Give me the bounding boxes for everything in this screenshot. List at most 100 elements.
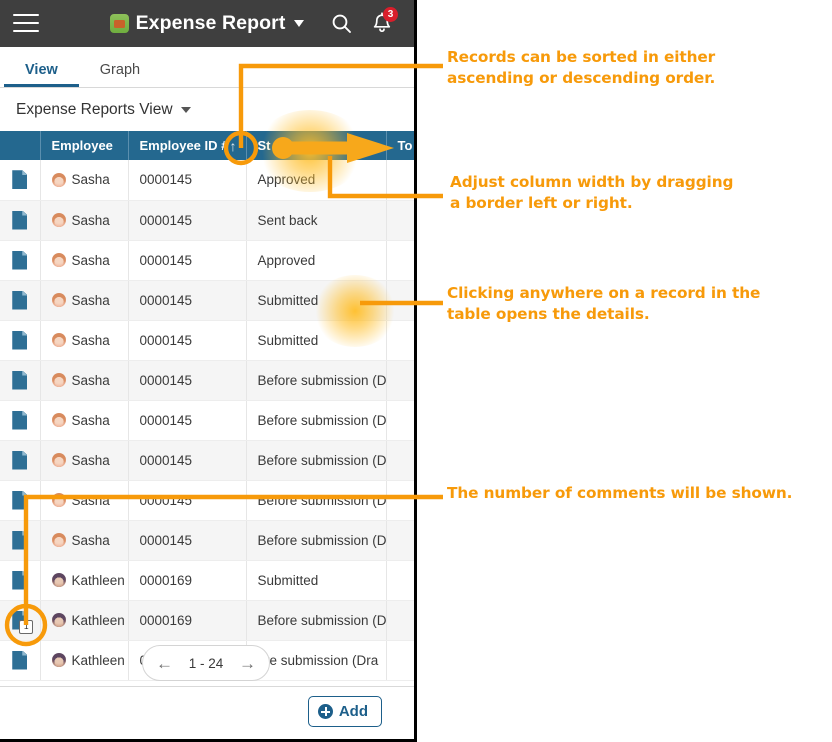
table-row[interactable]: Sasha 0000145 Before submission (Dra (0, 360, 414, 401)
pagination-range: 1 - 24 (188, 655, 224, 671)
chevron-down-icon (180, 106, 191, 113)
row-document-icon[interactable]: 1 (0, 600, 41, 641)
column-header-total[interactable]: To (386, 131, 414, 160)
cell-employee: Sasha (40, 360, 129, 401)
column-header-employee-id[interactable]: Employee ID # ↑ (128, 131, 247, 160)
pagination: ← 1 - 24 → (142, 645, 270, 681)
page-title: Expense Report (135, 12, 286, 34)
chevron-down-icon[interactable] (294, 20, 305, 27)
cell-employee-id: 0000169 (128, 600, 247, 641)
tab-view[interactable]: View (4, 62, 79, 87)
avatar (51, 172, 66, 187)
table-row[interactable]: Sasha 0000145 Approved (0, 240, 414, 281)
notifications-button[interactable]: 3 (370, 7, 398, 36)
document-icon (12, 170, 28, 190)
document-icon (12, 450, 28, 470)
document-icon (12, 250, 28, 270)
row-document-icon[interactable] (0, 160, 41, 201)
arrow-right-icon[interactable]: → (239, 655, 256, 672)
row-document-icon[interactable] (0, 280, 41, 321)
avatar (51, 413, 66, 427)
row-document-icon[interactable] (0, 480, 41, 521)
cell-status: Approved (246, 240, 387, 281)
row-document-icon[interactable] (0, 400, 41, 441)
cell-employee: Sasha (40, 400, 129, 441)
employee-name: Sasha (71, 452, 110, 468)
employee-name: Sasha (71, 492, 110, 508)
document-icon (12, 370, 28, 390)
document-icon (12, 410, 28, 430)
avatar (51, 453, 66, 467)
document-icon (12, 650, 28, 670)
avatar (51, 293, 66, 307)
arrow-left-icon[interactable]: ← (156, 655, 173, 672)
add-button[interactable]: Add (307, 696, 382, 727)
cell-employee: Kathleen (40, 640, 129, 681)
annotation-column-width: Adjust column width by dragging a border… (450, 173, 734, 212)
table-row[interactable]: Sasha 0000145 Before submission (Dra (0, 440, 414, 481)
table-row[interactable]: Sasha 0000145 Approved (0, 160, 414, 201)
row-document-icon[interactable] (0, 560, 41, 601)
cell-total (386, 520, 414, 561)
cell-status: Before submission (Dra (246, 360, 387, 401)
view-selector[interactable]: Expense Reports View (0, 88, 414, 131)
table-body: Sasha 0000145 Approved Sasha 0000145 Sent bac… (0, 160, 414, 681)
cell-total (386, 240, 414, 281)
cell-status: Sent back (246, 200, 387, 241)
cell-total (386, 560, 414, 601)
column-header-doc[interactable] (0, 131, 41, 160)
cell-status: Submitted (246, 320, 387, 361)
row-document-icon[interactable] (0, 520, 41, 561)
table-row[interactable]: Kathleen 0000169 Submitted (0, 560, 414, 601)
table-row[interactable]: Sasha 0000145 Before submission (Dra (0, 520, 414, 561)
footer-bar: Add (0, 686, 414, 739)
table-row[interactable]: Sasha 0000145 Before submission (Dra (0, 480, 414, 521)
employee-name: Sasha (71, 372, 110, 388)
row-document-icon[interactable] (0, 360, 41, 401)
row-document-icon[interactable] (0, 200, 41, 241)
cell-employee-id: 0000145 (128, 520, 247, 561)
tab-graph[interactable]: Graph (79, 62, 161, 87)
cell-employee: Kathleen (40, 560, 129, 601)
employee-name: Sasha (71, 412, 110, 428)
cell-employee: Sasha (40, 240, 129, 281)
cell-total (386, 160, 414, 201)
annotation-comments: The number of comments will be shown. (447, 484, 793, 502)
avatar (51, 573, 66, 587)
document-icon (12, 330, 28, 350)
row-document-icon[interactable] (0, 240, 41, 281)
employee-name: Sasha (71, 252, 110, 268)
document-icon (12, 210, 28, 230)
table-row[interactable]: Sasha 0000145 Sent back (0, 200, 414, 241)
row-document-icon[interactable] (0, 320, 41, 361)
sort-ascending-icon[interactable]: ↑ (230, 138, 237, 154)
table-row[interactable]: Sasha 0000145 Before submission (Dra (0, 400, 414, 441)
cell-employee-id: 0000169 (128, 560, 247, 601)
cell-employee: Sasha (40, 200, 129, 241)
cell-employee-id: 0000145 (128, 440, 247, 481)
cell-employee: Sasha (40, 160, 129, 201)
document-icon (12, 530, 28, 550)
employee-name: Kathleen (71, 572, 125, 588)
employee-name: Sasha (71, 292, 110, 308)
avatar (51, 213, 66, 227)
search-icon[interactable] (331, 13, 352, 34)
cell-employee: Kathleen (40, 600, 129, 641)
avatar (51, 533, 66, 547)
cell-employee-id: 0000145 (128, 320, 247, 361)
cell-employee-id: 0000145 (128, 240, 247, 281)
row-document-icon[interactable] (0, 440, 41, 481)
table-row[interactable]: Sasha 0000145 Submitted (0, 320, 414, 361)
avatar (51, 373, 66, 387)
cell-total (386, 360, 414, 401)
table-row[interactable]: 1 Kathleen 0000169 Before submission (Dra (0, 600, 414, 641)
column-header-employee[interactable]: Employee (40, 131, 129, 160)
app-window: Expense Report 3 View Graph Expense Repo… (0, 0, 417, 742)
column-header-status[interactable]: St (246, 131, 387, 160)
avatar (51, 493, 66, 507)
table-row[interactable]: Sasha 0000145 Submitted (0, 280, 414, 321)
row-document-icon[interactable] (0, 640, 41, 681)
avatar (51, 613, 66, 627)
column-header-employee-id-label: Employee ID # (139, 138, 229, 153)
cell-employee-id: 0000145 (128, 280, 247, 321)
